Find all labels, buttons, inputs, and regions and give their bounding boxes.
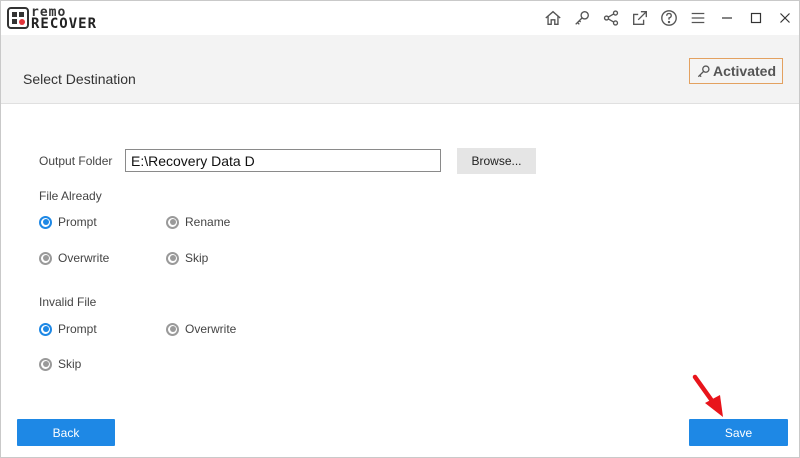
home-icon[interactable] (538, 1, 567, 35)
app-window: remo RECOVER Select Destination Activate… (0, 0, 800, 458)
file-already-rename-radio[interactable]: Rename (166, 215, 230, 229)
page-header: Select Destination Activated (1, 35, 799, 104)
file-already-prompt-radio[interactable]: Prompt (39, 215, 97, 229)
output-folder-input[interactable] (125, 149, 441, 172)
radio-unselected-icon (166, 251, 179, 265)
help-icon[interactable] (654, 1, 683, 35)
file-already-skip-radio[interactable]: Skip (166, 251, 208, 265)
radio-unselected-icon (166, 322, 179, 336)
export-icon[interactable] (625, 1, 654, 35)
radio-selected-icon (39, 215, 52, 229)
radio-label: Prompt (58, 322, 97, 336)
key-icon[interactable] (567, 1, 596, 35)
radio-label: Rename (185, 215, 231, 229)
activated-label: Activated (712, 63, 777, 79)
browse-button[interactable]: Browse... (457, 148, 536, 174)
radio-label: Overwrite (58, 251, 110, 265)
radio-unselected-icon (166, 215, 179, 229)
back-button[interactable]: Back (17, 419, 115, 446)
share-icon[interactable] (596, 1, 625, 35)
output-folder-label: Output Folder (39, 154, 113, 168)
radio-label: Skip (185, 251, 209, 265)
invalid-file-label: Invalid File (39, 295, 97, 309)
radio-unselected-icon (39, 357, 52, 371)
file-already-overwrite-radio[interactable]: Overwrite (39, 251, 109, 265)
invalid-file-skip-radio[interactable]: Skip (39, 357, 81, 371)
invalid-file-prompt-radio[interactable]: Prompt (39, 322, 97, 336)
radio-label: Prompt (58, 215, 97, 229)
radio-label: Skip (58, 357, 82, 371)
app-logo: remo RECOVER (7, 5, 111, 32)
remo-logo-icon (7, 7, 29, 29)
radio-label: Overwrite (185, 322, 237, 336)
red-arrow-icon (692, 374, 723, 417)
key-icon (697, 64, 710, 77)
file-already-label: File Already (39, 189, 102, 203)
page-title: Select Destination (23, 71, 136, 87)
invalid-file-overwrite-radio[interactable]: Overwrite (166, 322, 236, 336)
radio-unselected-icon (39, 251, 52, 265)
save-button[interactable]: Save (689, 419, 788, 446)
logo-text-recover: RECOVER (31, 16, 98, 32)
menu-icon[interactable] (683, 1, 712, 35)
title-bar-toolbar (538, 1, 799, 35)
minimize-icon[interactable] (712, 1, 741, 35)
radio-selected-icon (39, 322, 52, 336)
close-icon[interactable] (770, 1, 799, 35)
activated-badge[interactable]: Activated (689, 58, 783, 84)
maximize-icon[interactable] (741, 1, 770, 35)
title-bar: remo RECOVER (1, 1, 799, 35)
